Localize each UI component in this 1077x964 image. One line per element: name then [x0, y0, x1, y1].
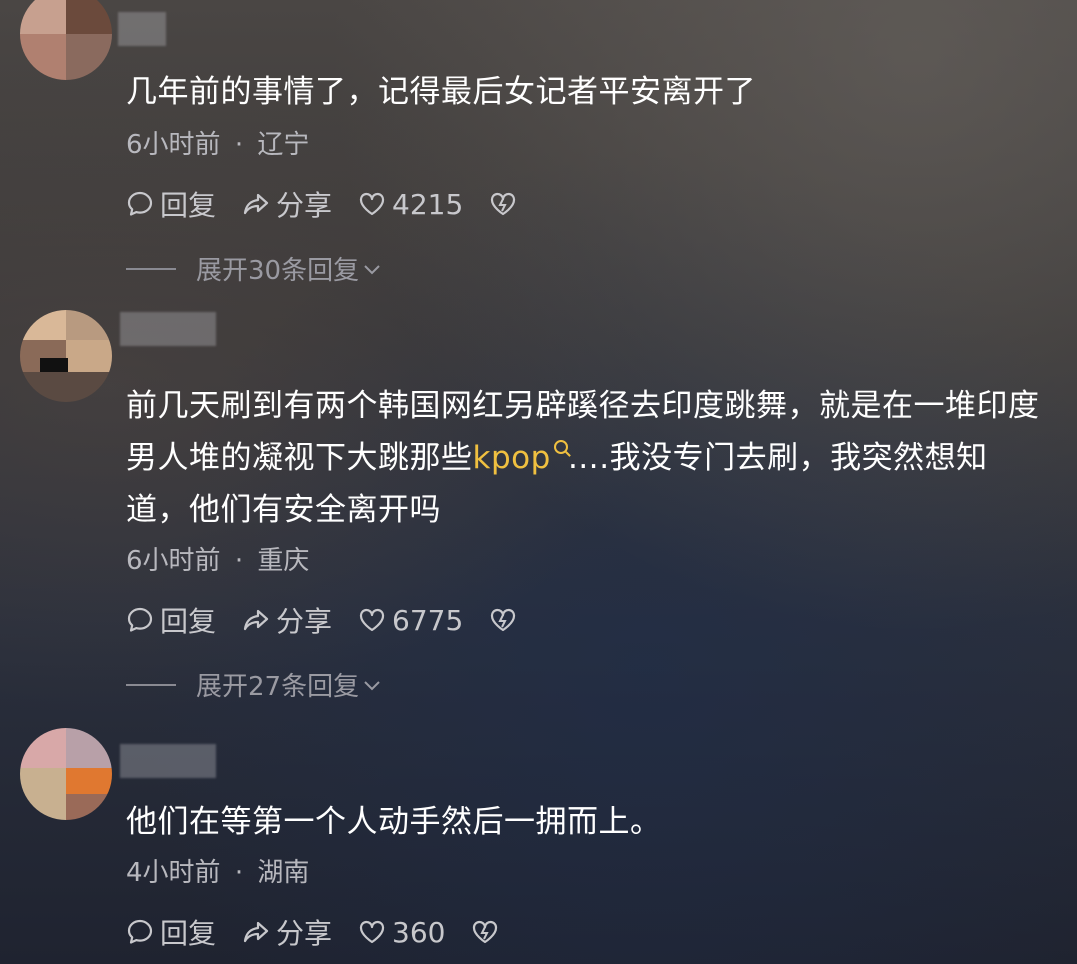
- username-blurred[interactable]: [120, 744, 216, 778]
- comment-location: 辽宁: [257, 130, 310, 160]
- chevron-down-icon: [364, 680, 380, 690]
- like-count: 6775: [392, 603, 464, 637]
- dislike-button[interactable]: [471, 918, 505, 946]
- reply-label: 回复: [160, 605, 217, 638]
- dislike-button[interactable]: [489, 606, 523, 634]
- username-blurred[interactable]: [120, 312, 216, 346]
- reply-button[interactable]: 回复: [126, 912, 216, 952]
- reply-button[interactable]: 回复: [126, 184, 216, 224]
- comment-meta: 6小时前 · 重庆: [126, 540, 309, 577]
- comment-meta: 6小时前 · 辽宁: [126, 124, 309, 161]
- reply-button[interactable]: 回复: [126, 600, 216, 640]
- share-button[interactable]: 分享: [242, 912, 332, 952]
- like-icon: [359, 192, 385, 216]
- comment-text: 几年前的事情了，记得最后女记者平安离开了: [126, 74, 756, 110]
- comment-text: 前几天刷到有两个韩国网红另辟蹊径去印度跳舞，就是在一堆印度男人堆的凝视下大跳那些…: [126, 380, 1049, 536]
- reply-icon: [127, 607, 153, 632]
- like-icon: [359, 608, 385, 632]
- chevron-down-icon: [364, 264, 380, 274]
- reply-label: 回复: [160, 189, 217, 222]
- dislike-icon: [491, 608, 516, 632]
- expand-replies-label: 展开27条回复: [196, 672, 360, 702]
- divider-line: [126, 267, 176, 270]
- comment-time: 6小时前: [126, 130, 221, 160]
- share-icon: [243, 609, 269, 631]
- share-button[interactable]: 分享: [242, 600, 332, 640]
- meta-separator: ·: [234, 858, 244, 888]
- meta-separator: ·: [234, 130, 244, 160]
- avatar[interactable]: [20, 0, 112, 80]
- comment-time: 6小时前: [126, 546, 221, 576]
- like-button[interactable]: 4215: [358, 188, 463, 221]
- dislike-icon: [491, 192, 516, 216]
- like-count: 360: [392, 915, 446, 949]
- avatar[interactable]: [20, 728, 112, 820]
- comment-time: 4小时前: [126, 858, 221, 888]
- comment-actions: 回复 分享 4215: [126, 184, 549, 224]
- reply-label: 回复: [160, 917, 217, 950]
- search-icon: [553, 440, 568, 454]
- username-blurred[interactable]: [118, 12, 166, 46]
- comment-location: 湖南: [257, 858, 310, 888]
- like-icon: [359, 920, 385, 944]
- share-button[interactable]: 分享: [242, 184, 332, 224]
- share-label: 分享: [276, 605, 333, 638]
- meta-separator: ·: [234, 546, 244, 576]
- comment-actions: 回复 分享 360: [126, 912, 531, 952]
- like-count: 4215: [392, 187, 464, 221]
- comment-text: 他们在等第一个人动手然后一拥而上。: [126, 804, 662, 840]
- expand-replies-label: 展开30条回复: [196, 256, 360, 286]
- expand-replies[interactable]: 展开27条回复: [126, 666, 383, 703]
- comment-location: 重庆: [257, 546, 310, 576]
- like-button[interactable]: 6775: [358, 604, 463, 637]
- dislike-button[interactable]: [489, 190, 523, 218]
- comment-meta: 4小时前 · 湖南: [126, 852, 309, 889]
- share-label: 分享: [276, 917, 333, 950]
- reply-icon: [127, 919, 153, 944]
- dislike-icon: [473, 920, 498, 944]
- kpop-link[interactable]: kpop: [473, 440, 551, 476]
- like-button[interactable]: 360: [358, 916, 445, 949]
- avatar[interactable]: [20, 310, 112, 402]
- reply-icon: [127, 191, 153, 216]
- share-icon: [243, 193, 269, 215]
- expand-replies[interactable]: 展开30条回复: [126, 250, 383, 287]
- share-label: 分享: [276, 189, 333, 222]
- comment-actions: 回复 分享 6775: [126, 600, 549, 640]
- share-icon: [243, 921, 269, 943]
- divider-line: [126, 683, 176, 686]
